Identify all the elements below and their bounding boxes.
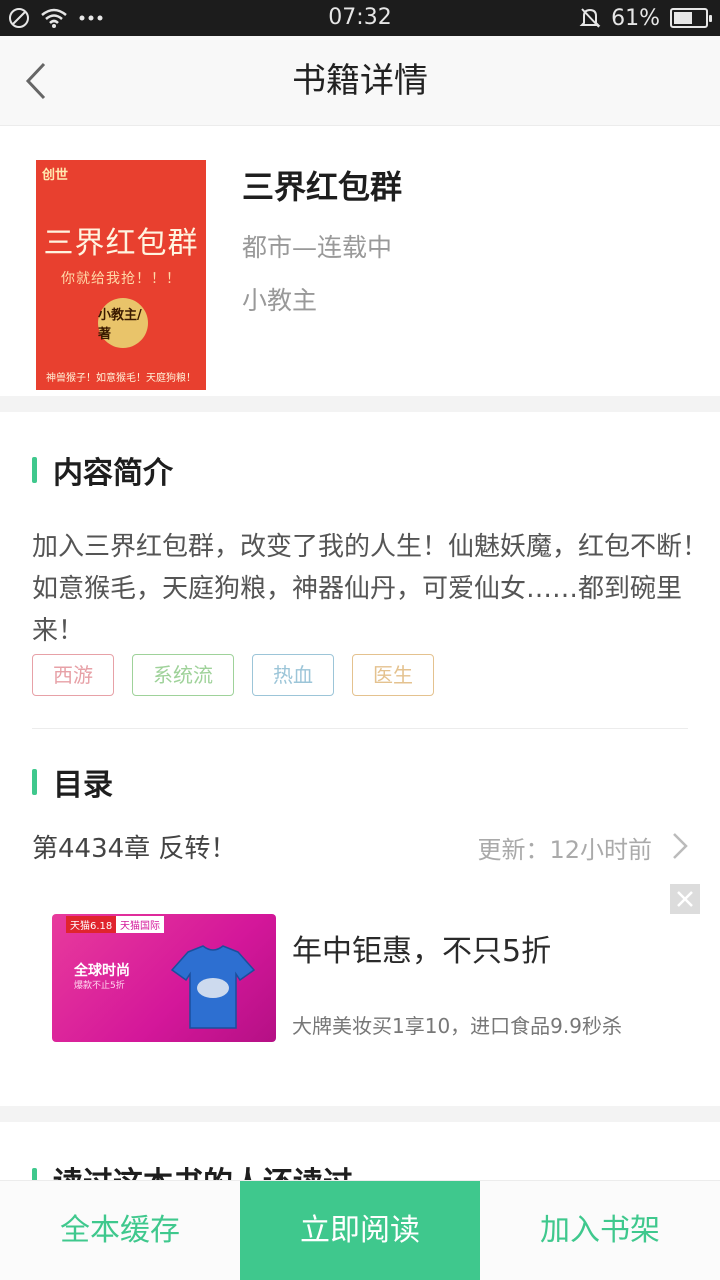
cover-footer: 神兽猴子！如意猴毛！天庭狗粮！	[46, 373, 196, 384]
toc-heading-text: 目录	[53, 768, 113, 803]
intro-text[interactable]: 加入三界红包群，改变了我的人生！仙魅妖魔，红包不断！如意猴毛，天庭狗粮，神器仙丹…	[32, 526, 708, 652]
add-to-shelf-button[interactable]: 加入书架	[480, 1181, 720, 1280]
tag-rexue[interactable]: 热血	[252, 654, 334, 696]
nav-bar: 书籍详情	[0, 36, 720, 126]
battery-icon	[670, 8, 712, 28]
ad-image-subline: 爆款不止5折	[74, 981, 125, 991]
status-bar: 07:32 61%	[0, 0, 720, 36]
book-category-status: 都市—连载中	[242, 233, 393, 262]
tshirt-icon	[170, 945, 256, 1029]
section-gap	[0, 396, 720, 412]
battery-fill	[674, 12, 692, 24]
ad-badge-global: 天猫国际	[116, 916, 164, 933]
tag-xiyou[interactable]: 西游	[32, 654, 114, 696]
page-title: 书籍详情	[292, 61, 428, 101]
intro-heading-text: 内容简介	[53, 456, 173, 491]
latest-chapter-row[interactable]: 第4434章 反转！ 更新：12小时前	[32, 824, 692, 868]
cache-all-button[interactable]: 全本缓存	[0, 1181, 240, 1280]
cover-author-seal: 小教主/著	[98, 298, 148, 348]
tag-xitongliu[interactable]: 系统流	[132, 654, 234, 696]
intro-heading: 内容简介	[32, 450, 173, 491]
close-icon[interactable]	[670, 884, 700, 914]
read-now-button[interactable]: 立即阅读	[240, 1181, 480, 1280]
latest-chapter: 第4434章 反转！	[32, 834, 237, 864]
bell-muted-icon	[579, 8, 601, 28]
book-author[interactable]: 小教主	[242, 281, 317, 317]
chevron-right-icon	[673, 833, 688, 859]
heading-accent-bar	[32, 769, 37, 795]
divider	[32, 728, 688, 729]
battery-percent: 61%	[611, 5, 660, 31]
cover-title: 三界红包群	[43, 226, 199, 261]
heading-accent-bar	[32, 457, 37, 483]
book-title: 三界红包群	[242, 168, 403, 206]
cover-brand-logo: 创世	[42, 168, 69, 183]
tag-yisheng[interactable]: 医生	[352, 654, 434, 696]
ad-description[interactable]: 大牌美妆买1享10，进口食品9.9秒杀	[292, 1010, 622, 1039]
toc-heading: 目录	[32, 762, 113, 803]
book-header: 创世 三界红包群 你就给我抢！！！ 小教主/著 神兽猴子！如意猴毛！天庭狗粮！ …	[0, 126, 720, 396]
section-gap	[0, 1106, 720, 1122]
ad-badge-618: 天猫6.18	[66, 916, 117, 933]
ad-title[interactable]: 年中钜惠，不只5折	[292, 926, 551, 970]
tag-list: 西游 系统流 热血 医生	[32, 654, 434, 696]
ad-image[interactable]: 天猫6.18 天猫国际 全球时尚 爆款不止5折	[52, 914, 276, 1042]
ad-image-headline: 全球时尚	[74, 963, 130, 979]
bottom-action-bar: 全本缓存 立即阅读 加入书架	[0, 1180, 720, 1280]
cover-subtitle: 你就给我抢！！！	[61, 271, 181, 287]
book-cover[interactable]: 创世 三界红包群 你就给我抢！！！ 小教主/著 神兽猴子！如意猴毛！天庭狗粮！	[36, 160, 206, 390]
update-time: 更新：12小时前	[477, 836, 652, 864]
